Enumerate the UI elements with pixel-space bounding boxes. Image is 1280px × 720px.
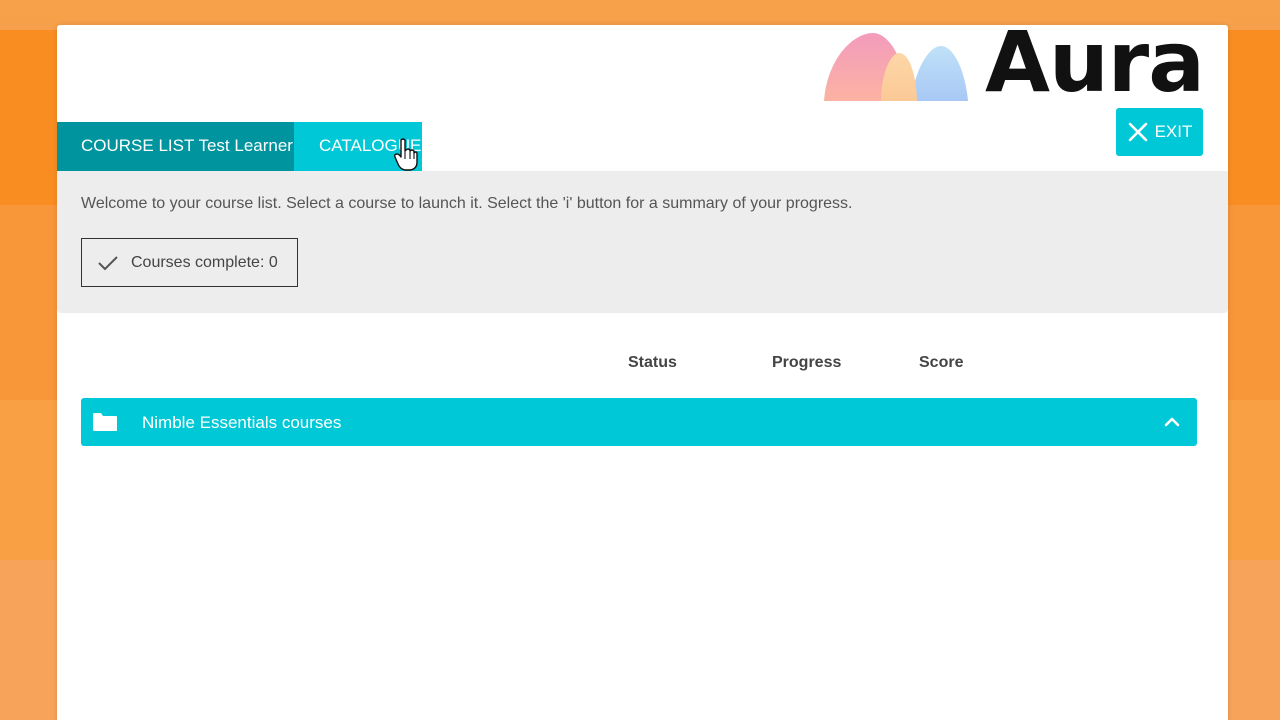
main-panel: Aura EXIT COURSE LIST Test Learner CATAL…	[57, 20, 1228, 720]
column-header-status: Status	[628, 354, 677, 371]
welcome-section: Welcome to your course list. Select a co…	[57, 171, 1228, 313]
aura-logo: Aura	[823, 20, 1208, 109]
hand-pointer-cursor-icon	[394, 138, 418, 177]
tab-bar: COURSE LIST Test Learner CATALOGUE	[57, 122, 422, 175]
course-group-label: Nimble Essentials courses	[142, 413, 342, 432]
chevron-up-icon[interactable]	[1164, 415, 1180, 433]
column-header-progress: Progress	[772, 354, 842, 371]
exit-label: EXIT	[1154, 122, 1193, 141]
logo-text: Aura	[985, 13, 1205, 111]
courses-complete-label: Courses complete: 0	[131, 253, 278, 271]
welcome-text: Welcome to your course list. Select a co…	[81, 195, 853, 212]
column-header-score: Score	[919, 354, 964, 371]
check-icon	[97, 254, 119, 272]
courses-complete-badge[interactable]: Courses complete: 0	[81, 238, 298, 287]
course-group-nimble-essentials[interactable]: Nimble Essentials courses	[81, 398, 1197, 446]
tab-course-list[interactable]: COURSE LIST Test Learner	[57, 122, 294, 175]
logo-shapes-icon	[824, 33, 968, 101]
exit-button[interactable]: EXIT	[1116, 108, 1203, 156]
close-icon	[1128, 122, 1147, 142]
folder-icon	[92, 412, 118, 437]
